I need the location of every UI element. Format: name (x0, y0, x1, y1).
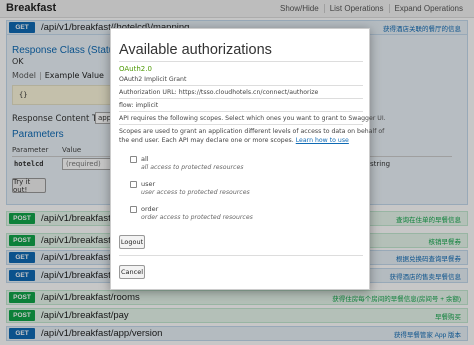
scopes-info-2: Scopes are used to grant an application … (119, 128, 385, 135)
authorization-url: Authorization URL: https://tsso.cloudhot… (119, 89, 319, 96)
dialog-divider (119, 124, 363, 125)
scope-name: order (141, 205, 159, 213)
dialog-divider (119, 98, 363, 99)
scope-checkbox[interactable] (130, 156, 137, 163)
cancel-button[interactable]: Cancel (119, 265, 145, 279)
oauth-label: OAuth2.0 (119, 65, 152, 73)
scope-name: all (141, 155, 149, 163)
dialog-divider (119, 85, 363, 86)
scope-checkbox[interactable] (130, 206, 137, 213)
scopes-info-3-text: the end user. Each API may declare one o… (119, 137, 294, 144)
dialog-title: Available authorizations (119, 42, 272, 58)
authorizations-dialog: Available authorizations OAuth2.0 OAuth2… (110, 28, 386, 290)
scope-desc: all access to protected resources (141, 164, 244, 171)
grant-type: OAuth2 Implicit Grant (119, 76, 187, 83)
learn-how-link[interactable]: Learn how to use (296, 137, 349, 144)
scope-name: user (141, 180, 156, 188)
scopes-info-3: the end user. Each API may declare one o… (119, 137, 349, 144)
dialog-divider (119, 61, 363, 62)
flow-text: flow: implicit (119, 102, 159, 109)
logout-button[interactable]: Logout (119, 235, 145, 249)
dialog-divider (119, 255, 363, 256)
scopes-info-1: API requires the following scopes. Selec… (119, 115, 386, 122)
scope-checkbox[interactable] (130, 181, 137, 188)
dialog-divider (119, 111, 363, 112)
scope-desc: order access to protected resources (141, 214, 253, 221)
scope-desc: user access to protected resources (141, 189, 250, 196)
